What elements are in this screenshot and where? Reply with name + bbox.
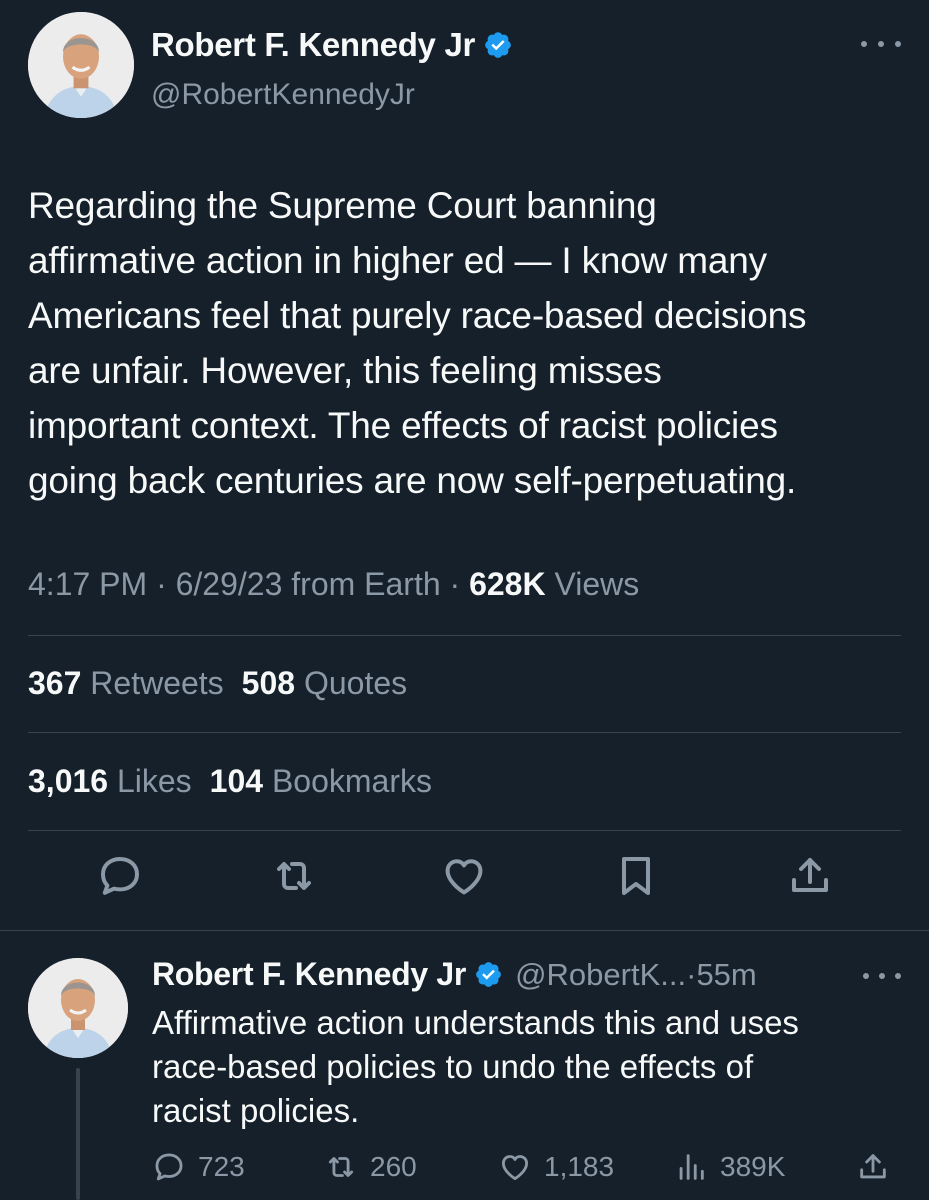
quotes-count: 508 — [241, 665, 296, 701]
separator-dot: · — [449, 566, 461, 602]
retweet-count: 260 — [370, 1151, 417, 1182]
tweet-text-line: affirmative action in higher ed — I know… — [28, 240, 767, 281]
tweet-text-line: important context. The effects of racist… — [28, 405, 778, 446]
reply-text-line: Affirmative action understands this and … — [152, 1004, 799, 1041]
retweet-icon — [324, 1150, 358, 1184]
reply-avatar[interactable] — [28, 958, 128, 1058]
verified-badge-icon[interactable] — [474, 960, 503, 989]
tweet-text: Regarding the Supreme Court banning affi… — [28, 178, 908, 508]
bookmarks-stat[interactable]: 104 Bookmarks — [210, 763, 432, 799]
bookmarks-label: Bookmarks — [271, 763, 432, 799]
reply-likes-action[interactable]: 1,183 — [498, 1150, 614, 1184]
quotes-stat[interactable]: 508 Quotes — [242, 665, 407, 701]
views-count[interactable]: 628K — [469, 566, 546, 602]
reply-views-action[interactable]: 389K — [674, 1150, 785, 1184]
reply-retweets-action[interactable]: 260 — [324, 1150, 417, 1184]
main-tweet-header: Robert F. Kennedy Jr @RobertKennedyJr — [28, 12, 901, 122]
tweet-detail-page: Robert F. Kennedy Jr @RobertKennedyJr Re… — [0, 0, 929, 1200]
reply-text-line: race-based policies to undo the effects … — [152, 1048, 754, 1085]
reply-text: Affirmative action understands this and … — [152, 1001, 912, 1133]
tweet-meta: 4:17 PM · 6/29/23 from Earth · 628K View… — [28, 566, 639, 603]
bookmarks-count: 104 — [209, 763, 264, 799]
tweet-time[interactable]: 4:17 PM — [28, 566, 147, 602]
like-icon — [498, 1150, 532, 1184]
reply-text-line: racist policies. — [152, 1092, 360, 1129]
divider — [28, 830, 901, 831]
reply-action-bar: 723 260 1,183 389K — [152, 1150, 912, 1196]
reply-author-handle[interactable]: @RobertK... — [515, 957, 686, 993]
avatar-portrait-icon — [28, 958, 128, 1058]
author-name[interactable]: Robert F. Kennedy Jr — [151, 26, 475, 64]
retweets-label: Retweets — [90, 665, 224, 701]
views-analytics-icon — [674, 1150, 708, 1184]
likes-stat[interactable]: 3,016 Likes — [28, 763, 192, 799]
tweet-text-line: are unfair. However, this feeling misses — [28, 350, 662, 391]
reply-icon — [152, 1150, 186, 1184]
divider — [0, 930, 929, 931]
reply-share-action[interactable] — [856, 1150, 902, 1184]
likes-count: 3,016 — [28, 763, 109, 799]
like-count: 1,183 — [544, 1151, 615, 1182]
likes-label: Likes — [116, 763, 192, 799]
tweet-text-line: Americans feel that purely race-based de… — [28, 295, 807, 336]
like-icon[interactable] — [440, 852, 488, 900]
more-options-icon[interactable] — [861, 34, 901, 54]
separator-dot: · — [156, 566, 167, 602]
thread-line — [76, 1068, 80, 1200]
views-label[interactable]: Views — [554, 566, 639, 602]
reply-author-name[interactable]: Robert F. Kennedy Jr — [152, 956, 466, 993]
more-options-icon[interactable] — [863, 966, 901, 986]
author-name-row: Robert F. Kennedy Jr — [151, 26, 513, 64]
retweets-count: 367 — [28, 665, 82, 701]
reply-icon[interactable] — [96, 852, 144, 900]
share-icon — [856, 1150, 890, 1184]
divider — [28, 732, 901, 733]
divider — [28, 635, 901, 636]
reply-author-row: Robert F. Kennedy Jr @RobertK... · 55m — [152, 956, 757, 993]
tweet-text-line: going back centuries are now self-perpet… — [28, 460, 797, 501]
tweet-text-line: Regarding the Supreme Court banning — [28, 185, 657, 226]
avatar[interactable] — [28, 12, 134, 118]
verified-badge-icon[interactable] — [483, 30, 513, 60]
retweet-icon[interactable] — [270, 852, 318, 900]
share-icon[interactable] — [786, 852, 834, 900]
avatar-portrait-icon — [28, 12, 134, 118]
bookmark-icon[interactable] — [612, 852, 660, 900]
quotes-label: Quotes — [303, 665, 408, 701]
separator-dot: · — [686, 956, 697, 992]
tweet-action-bar — [0, 852, 929, 912]
reply-count: 723 — [198, 1151, 245, 1182]
reply-replies-action[interactable]: 723 — [152, 1150, 245, 1184]
author-handle[interactable]: @RobertKennedyJr — [151, 78, 415, 112]
stats-row-likes-bookmarks: 3,016 Likes 104 Bookmarks — [28, 763, 432, 800]
reply-time[interactable]: 55m — [696, 957, 756, 993]
retweets-stat[interactable]: 367 Retweets — [28, 665, 224, 701]
stats-row-retweets-quotes: 367 Retweets 508 Quotes — [28, 665, 407, 702]
tweet-date-source[interactable]: 6/29/23 from Earth — [176, 566, 441, 602]
views-count: 389K — [720, 1151, 786, 1182]
